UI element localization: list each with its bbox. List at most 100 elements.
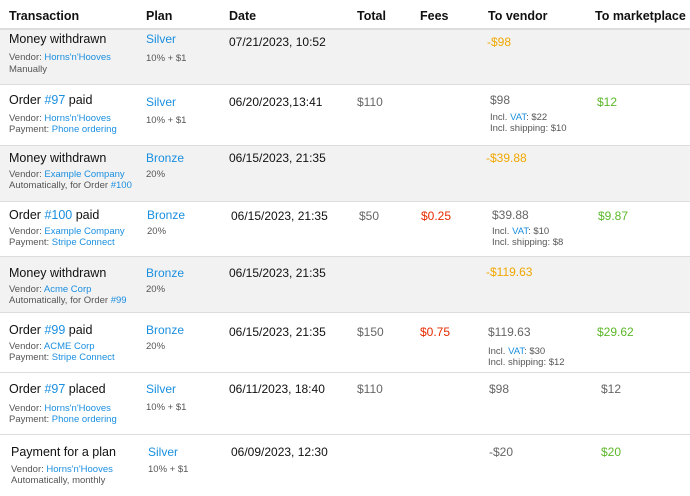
col-fees[interactable]: Fees xyxy=(420,9,449,23)
payment-label: Payment: xyxy=(9,352,52,363)
vendor-link[interactable]: Example Company xyxy=(44,226,124,237)
to-marketplace-amount: $9.87 xyxy=(598,209,629,223)
order-link[interactable]: #99 xyxy=(44,323,65,337)
order-link[interactable]: #97 xyxy=(44,382,65,396)
vendor-label: Vendor: xyxy=(9,113,45,124)
order-link[interactable]: #97 xyxy=(44,93,65,107)
to-vendor-amount: -$98 xyxy=(487,35,512,49)
vendor-link[interactable]: Horns'n'Hooves xyxy=(46,464,112,475)
plan-link[interactable]: Bronze xyxy=(146,151,184,165)
transaction-date: 06/11/2023, 18:40 xyxy=(229,382,325,396)
vat-link[interactable]: VAT xyxy=(510,112,526,123)
vendor-line: Vendor: Horns'n'Hooves xyxy=(9,52,111,63)
transaction-title: Order #100 paid xyxy=(9,208,99,222)
transaction-title: Money withdrawn xyxy=(9,151,107,165)
order-link[interactable]: #100 xyxy=(44,208,72,222)
col-plan[interactable]: Plan xyxy=(146,9,172,23)
to-vendor-amount: $98 xyxy=(490,93,511,107)
to-vendor-amount: $39.88 xyxy=(492,208,529,222)
order-title-suffix: placed xyxy=(65,382,106,396)
table-header: Transaction Plan Date Total Fees To vend… xyxy=(0,0,690,30)
vat-link[interactable]: VAT xyxy=(512,226,528,237)
vendor-label: Vendor: xyxy=(11,464,47,475)
vat-link[interactable]: VAT xyxy=(508,346,524,357)
order-link[interactable]: #100 xyxy=(111,180,132,191)
vat-line: Incl. VAT: $30 xyxy=(488,346,545,357)
table-row[interactable]: Order #97 paid Vendor: Horns'n'Hooves Pa… xyxy=(0,85,690,146)
plan-fee: 10% + $1 xyxy=(146,53,187,64)
transaction-date: 06/09/2023, 12:30 xyxy=(231,445,328,459)
plan-link[interactable]: Silver xyxy=(146,382,176,396)
order-link[interactable]: #99 xyxy=(111,295,127,306)
plan-fee: 10% + $1 xyxy=(146,115,187,126)
transaction-title: Order #97 placed xyxy=(9,382,106,396)
shipping-line: Incl. shipping: $8 xyxy=(492,237,564,248)
order-title-prefix: Order xyxy=(9,208,45,222)
payment-method-link[interactable]: Stripe Connect xyxy=(52,237,115,248)
col-total[interactable]: Total xyxy=(357,9,386,23)
table-row[interactable]: Money withdrawn Vendor: Horns'n'Hooves M… xyxy=(0,30,690,85)
plan-link[interactable]: Silver xyxy=(148,445,178,459)
vendor-link[interactable]: Horns'n'Hooves xyxy=(44,52,110,63)
detail-line: Automatically, monthly xyxy=(11,475,106,486)
vendor-label: Vendor: xyxy=(9,169,45,180)
vendor-link[interactable]: Horns'n'Hooves xyxy=(44,113,110,124)
payment-method-link[interactable]: Stripe Connect xyxy=(52,352,115,363)
vendor-link[interactable]: ACME Corp xyxy=(44,341,95,352)
col-to-vendor[interactable]: To vendor xyxy=(488,9,548,23)
payment-line: Payment: Phone ordering xyxy=(9,414,117,425)
order-title-prefix: Order xyxy=(9,323,45,337)
vendor-link[interactable]: Horns'n'Hooves xyxy=(44,403,110,414)
plan-link[interactable]: Bronze xyxy=(146,323,184,337)
to-marketplace-amount: $12 xyxy=(597,95,618,109)
vat-prefix: Incl. xyxy=(490,112,511,123)
vendor-link[interactable]: Example Company xyxy=(44,169,124,180)
vendor-label: Vendor: xyxy=(9,52,45,63)
table-row[interactable]: Money withdrawn Vendor: Example Company … xyxy=(0,146,690,202)
plan-link[interactable]: Bronze xyxy=(146,266,184,280)
payment-line: Payment: Stripe Connect xyxy=(9,352,115,363)
total-amount: $150 xyxy=(357,325,384,339)
payment-label: Payment: xyxy=(9,237,52,248)
payment-label: Payment: xyxy=(9,414,52,425)
detail-line: Automatically, for Order #99 xyxy=(9,295,127,306)
total-amount: $50 xyxy=(359,209,380,223)
table-row[interactable]: Order #97 placed Vendor: Horns'n'Hooves … xyxy=(0,373,690,435)
vat-value: : $30 xyxy=(524,346,546,357)
col-to-marketplace[interactable]: To marketplace xyxy=(595,9,686,23)
payment-line: Payment: Stripe Connect xyxy=(9,237,115,248)
to-vendor-amount: -$39.88 xyxy=(486,151,527,165)
vendor-line: Vendor: Example Company xyxy=(9,226,125,237)
vat-value: : $22 xyxy=(526,112,548,123)
payment-method-link[interactable]: Phone ordering xyxy=(52,414,117,425)
order-title-suffix: paid xyxy=(65,323,93,337)
plan-link[interactable]: Bronze xyxy=(147,208,185,222)
vendor-label: Vendor: xyxy=(9,226,45,237)
to-vendor-amount: -$119.63 xyxy=(486,265,533,279)
plan-fee: 10% + $1 xyxy=(146,402,187,413)
table-row[interactable]: Order #100 paid Vendor: Example Company … xyxy=(0,202,690,257)
to-marketplace-amount: $29.62 xyxy=(597,325,634,339)
table-row[interactable]: Payment for a plan Vendor: Horns'n'Hoove… xyxy=(0,435,690,496)
vendor-line: Vendor: Horns'n'Hooves xyxy=(9,113,111,124)
fees-amount: $0.75 xyxy=(420,325,451,339)
table-row[interactable]: Money withdrawn Vendor: Acme Corp Automa… xyxy=(0,257,690,313)
plan-fee: 10% + $1 xyxy=(148,464,189,475)
plan-link[interactable]: Silver xyxy=(146,95,176,109)
col-transaction[interactable]: Transaction xyxy=(9,9,79,23)
transaction-title: Order #97 paid xyxy=(9,93,92,107)
col-date[interactable]: Date xyxy=(229,9,256,23)
detail-line: Manually xyxy=(9,64,48,75)
vat-prefix: Incl. xyxy=(488,346,509,357)
payment-method-link[interactable]: Phone ordering xyxy=(52,124,117,135)
plan-link[interactable]: Silver xyxy=(146,32,176,46)
transaction-title: Payment for a plan xyxy=(11,445,116,459)
to-vendor-amount: $119.63 xyxy=(488,325,531,339)
transaction-date: 06/20/2023,13:41 xyxy=(229,95,323,109)
vat-value: : $10 xyxy=(528,226,550,237)
vendor-line: Vendor: ACME Corp xyxy=(9,341,95,352)
table-row[interactable]: Order #99 paid Vendor: ACME Corp Payment… xyxy=(0,313,690,373)
vendor-link[interactable]: Acme Corp xyxy=(44,284,92,295)
vat-line: Incl. VAT: $22 xyxy=(490,112,547,123)
order-title-suffix: paid xyxy=(72,208,100,222)
